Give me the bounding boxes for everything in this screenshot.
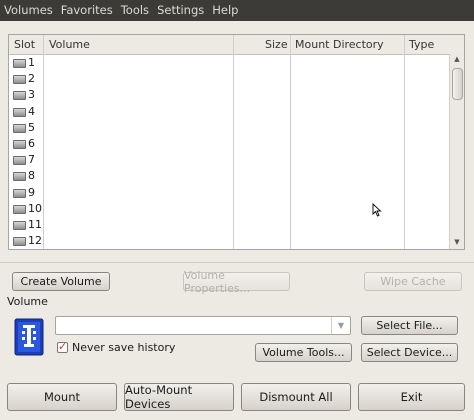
drive-icon [13, 172, 26, 182]
dismount-all-button[interactable]: Dismount All [241, 383, 351, 411]
slot-number: 6 [28, 136, 35, 150]
create-volume-button[interactable]: Create Volume [12, 272, 110, 291]
table-row[interactable]: 2 [9, 71, 449, 87]
chevron-down-icon[interactable]: ▼ [331, 317, 350, 334]
menu-bar: Volumes Favorites Tools Settings Help [0, 0, 474, 21]
list-header: Slot Volume Size Mount Directory Type [9, 35, 464, 55]
col-volume-header[interactable]: Volume [49, 38, 90, 51]
drive-icon [13, 107, 26, 117]
select-file-button[interactable]: Select File... [361, 316, 458, 335]
volume-path-combobox[interactable]: ▼ [55, 316, 351, 335]
scroll-thumb[interactable] [452, 68, 463, 100]
table-row[interactable]: 5 [9, 120, 449, 136]
volume-properties-button[interactable]: Volume Properties... [183, 269, 290, 295]
vertical-scrollbar[interactable]: ▲ ▼ [449, 54, 464, 249]
slot-number: 8 [28, 169, 35, 183]
slot-number: 1 [28, 56, 35, 69]
col-size-header[interactable]: Size [265, 38, 288, 51]
scroll-down-arrow-icon[interactable]: ▼ [450, 238, 464, 248]
exit-button[interactable]: Exit [358, 383, 465, 411]
select-device-button[interactable]: Select Device... [361, 343, 458, 362]
table-row[interactable]: 8 [9, 168, 449, 184]
slot-number: 2 [28, 72, 35, 86]
slot-number: 4 [28, 104, 35, 118]
col-mount-header[interactable]: Mount Directory [295, 38, 384, 51]
never-save-history-checkbox[interactable] [57, 340, 68, 353]
col-slot-header[interactable]: Slot [14, 38, 35, 51]
slot-rows: 1 2 3 4 5 6 7 8 9 10 11 12 [9, 55, 449, 249]
mount-button[interactable]: Mount [7, 383, 117, 411]
menu-tools[interactable]: Tools [117, 0, 153, 21]
separator [0, 262, 474, 263]
table-row[interactable]: 1 [9, 55, 449, 71]
volume-tools-button[interactable]: Volume Tools... [255, 343, 352, 362]
drive-icon [13, 188, 26, 198]
scroll-up-arrow-icon[interactable]: ▲ [450, 55, 464, 65]
auto-mount-devices-button[interactable]: Auto-Mount Devices [124, 383, 234, 411]
menu-help[interactable]: Help [208, 0, 242, 21]
table-row[interactable]: 10 [9, 201, 449, 217]
truecrypt-volume-icon [14, 318, 44, 356]
drive-icon [13, 59, 26, 68]
table-row[interactable]: 12 [9, 233, 449, 249]
slot-number: 12 [28, 234, 42, 248]
menu-favorites[interactable]: Favorites [57, 0, 117, 21]
slot-number: 10 [28, 201, 42, 215]
volume-section-label: Volume [7, 295, 48, 308]
drive-icon [13, 123, 26, 133]
col-type-header[interactable]: Type [409, 38, 434, 51]
slot-number: 9 [28, 185, 35, 199]
drive-icon [13, 220, 26, 230]
slot-list[interactable]: Slot Volume Size Mount Directory Type 1 … [8, 34, 465, 250]
table-row[interactable]: 9 [9, 185, 449, 201]
slot-number: 7 [28, 153, 35, 167]
menu-volumes[interactable]: Volumes [0, 0, 57, 21]
table-row[interactable]: 3 [9, 87, 449, 103]
wipe-cache-button[interactable]: Wipe Cache [364, 272, 462, 291]
drive-icon [13, 75, 26, 85]
slot-number: 5 [28, 120, 35, 134]
drive-icon [13, 139, 26, 149]
drive-icon [13, 91, 26, 101]
drive-icon [13, 204, 26, 214]
table-row[interactable]: 7 [9, 152, 449, 168]
mouse-cursor-icon [372, 203, 382, 217]
table-row[interactable]: 11 [9, 217, 449, 233]
menu-settings[interactable]: Settings [153, 0, 208, 21]
table-row[interactable]: 6 [9, 136, 449, 152]
drive-icon [13, 156, 26, 166]
slot-number: 11 [28, 217, 42, 231]
never-save-history-label[interactable]: Never save history [72, 341, 175, 354]
drive-icon [13, 237, 26, 247]
table-row[interactable]: 4 [9, 104, 449, 120]
slot-number: 3 [28, 88, 35, 102]
